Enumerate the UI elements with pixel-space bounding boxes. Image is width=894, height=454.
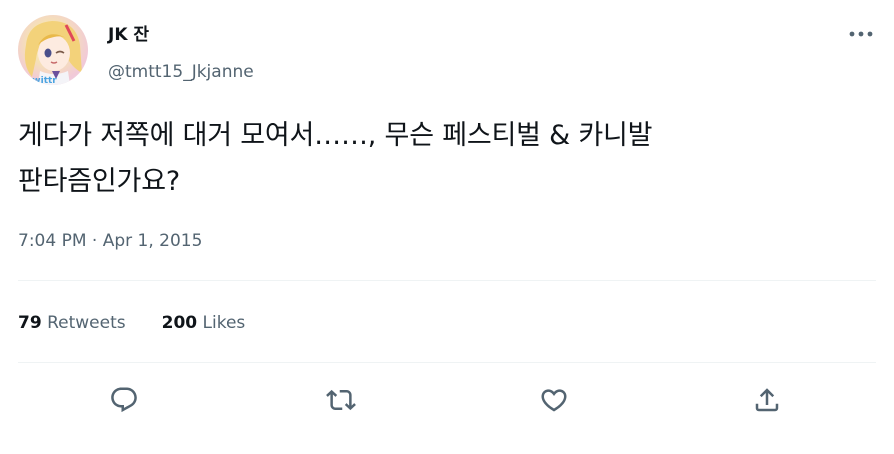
tweet-detail: twittr JK 잔 @tmtt15_Jkjanne 게다가 저쪽에 대거 모… xyxy=(0,0,894,454)
author-display-name[interactable]: JK 잔 xyxy=(108,24,149,46)
retweets-stat[interactable]: 79 Retweets xyxy=(18,312,126,334)
tweet-stats: 79 Retweets 200 Likes xyxy=(18,312,245,334)
tweet-timestamp: 7:04 PM · Apr 1, 2015 xyxy=(18,230,202,252)
divider xyxy=(18,280,876,281)
share-icon xyxy=(755,388,779,412)
author-handle[interactable]: @tmtt15_Jkjanne xyxy=(108,61,254,83)
avatar-image: twittr xyxy=(24,21,82,85)
reply-icon xyxy=(111,387,137,413)
share-button[interactable] xyxy=(747,380,787,420)
more-options-button[interactable] xyxy=(844,20,878,48)
likes-label: Likes xyxy=(202,313,246,333)
reply-button[interactable] xyxy=(104,380,144,420)
timestamp-separator: · xyxy=(86,231,103,251)
tweet-text: 게다가 저쪽에 대거 모여서……, 무슨 페스티벌 & 카니발 판타즘인가요? xyxy=(18,120,653,197)
retweets-label: Retweets xyxy=(47,313,126,333)
more-horizontal-icon xyxy=(849,31,873,37)
tweet-actions-bar xyxy=(0,380,894,420)
heart-icon xyxy=(541,389,567,412)
tweet-time[interactable]: 7:04 PM xyxy=(18,231,87,251)
likes-stat[interactable]: 200 Likes xyxy=(162,312,246,334)
divider xyxy=(18,362,876,363)
avatar[interactable]: twittr xyxy=(18,15,88,85)
retweets-count: 79 xyxy=(18,313,42,333)
retweet-button[interactable] xyxy=(321,380,361,420)
retweet-icon xyxy=(326,389,356,411)
like-button[interactable] xyxy=(534,380,574,420)
tweet-date[interactable]: Apr 1, 2015 xyxy=(103,231,203,251)
likes-count: 200 xyxy=(161,313,198,333)
svg-text:twittr: twittr xyxy=(28,76,57,85)
